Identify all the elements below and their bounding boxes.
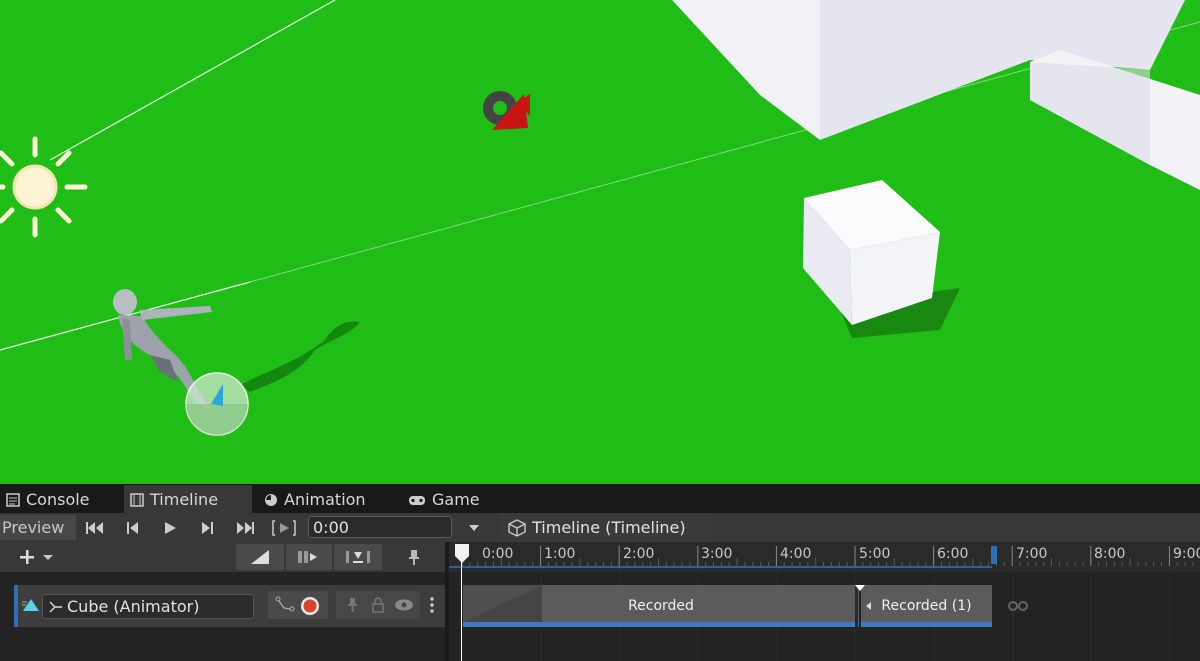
add-track-button[interactable] <box>14 544 62 570</box>
tab-label: Game <box>432 490 480 509</box>
gamepad-icon <box>409 495 425 505</box>
more-options-icon[interactable] <box>425 595 439 615</box>
editor-tab-bar: Console Timeline Animation Game <box>0 484 1200 514</box>
play-icon[interactable] <box>158 515 182 540</box>
record-button[interactable] <box>299 595 321 617</box>
play-range-icon[interactable] <box>270 515 298 540</box>
ruler-tick-label: 0:00 <box>482 546 514 562</box>
console-icon <box>6 492 20 507</box>
breadcrumb-arrow <box>708 513 718 542</box>
white-block-large[interactable] <box>672 0 820 140</box>
tab-label: Animation <box>284 490 366 509</box>
clip-label: Recorded <box>628 598 694 614</box>
scene-canvas <box>0 0 1200 436</box>
clip-edit-mode-replace-button[interactable] <box>334 544 382 570</box>
binding-label: Cube (Animator) <box>67 597 200 616</box>
animation-clock-icon <box>265 493 277 506</box>
time-input[interactable]: 0:00 <box>308 516 452 538</box>
clip-left-arrow-icon <box>866 602 871 610</box>
tab-animation[interactable]: Animation <box>258 485 388 514</box>
scene-view[interactable] <box>0 0 1200 484</box>
lock-icon <box>372 597 384 613</box>
tab-game[interactable]: Game <box>402 485 502 514</box>
camera-gizmo-icon[interactable] <box>483 91 530 130</box>
orientation-gizmo-icon[interactable] <box>185 372 249 436</box>
ruler-tick-label: 7:00 <box>1016 546 1048 562</box>
clip-recorded[interactable]: Recorded <box>463 585 859 627</box>
timeline-film-icon <box>130 492 144 507</box>
track-state-buttons <box>336 591 420 619</box>
ruler-tick-label: 5:00 <box>859 546 891 562</box>
previous-frame-icon[interactable] <box>120 515 144 540</box>
snap-pin-icon[interactable] <box>398 544 430 570</box>
animation-track-icon <box>22 599 39 611</box>
clip-ease-in <box>463 585 542 622</box>
timeline-asset-icon <box>508 518 526 537</box>
next-frame-icon[interactable] <box>196 515 220 540</box>
ruler-tick-label: 4:00 <box>780 546 812 562</box>
breadcrumb[interactable]: Timeline (Timeline) <box>500 513 712 542</box>
ruler-tick-label: 9:00 <box>1173 546 1200 562</box>
eye-icon <box>395 599 413 611</box>
tab-label: Console <box>26 490 90 509</box>
track-binding-field[interactable]: Cube (Animator) <box>42 594 254 619</box>
tab-console[interactable]: Console <box>0 485 120 514</box>
playhead-line[interactable] <box>461 553 462 661</box>
clip-edit-mode-ripple-button[interactable] <box>286 544 332 570</box>
clip-label: Recorded (1) <box>881 598 972 614</box>
ruler-tick-label: 1:00 <box>544 546 576 562</box>
chevron-down-icon[interactable] <box>464 515 484 540</box>
breadcrumb-label: Timeline (Timeline) <box>532 518 686 537</box>
tab-label: Timeline <box>150 490 219 509</box>
infinite-loop-icon <box>1008 601 1028 611</box>
go-to-end-icon[interactable] <box>232 515 258 540</box>
clip-recorded-1[interactable]: Recorded (1) <box>861 585 992 627</box>
ruler-tick-label: 8:00 <box>1094 546 1126 562</box>
marker-down-icon <box>855 585 865 591</box>
preview-button[interactable]: Preview <box>0 515 76 540</box>
panel-splitter[interactable] <box>445 542 449 661</box>
directional-light-icon[interactable] <box>0 136 88 238</box>
animator-icon <box>49 601 62 612</box>
ruler-tick-label: 3:00 <box>701 546 733 562</box>
ruler-tick-label: 2:00 <box>623 546 655 562</box>
playhead-handle-icon[interactable] <box>454 542 470 564</box>
clip-edit-mode-mix-button[interactable] <box>236 544 284 570</box>
time-ruler[interactable]: 0:00 1:00 2:00 3:00 4:00 5:00 6:00 7:00 … <box>449 542 1200 572</box>
clip-timeline-bar <box>861 622 992 627</box>
clip-timeline-bar <box>463 622 859 627</box>
pin-icon <box>348 598 357 612</box>
timeline-toolbar: Preview 0:00 Timeline (Timeline) <box>0 513 1200 543</box>
tab-timeline[interactable]: Timeline <box>124 485 252 514</box>
ruler-tick-label: 6:00 <box>937 546 969 562</box>
go-to-start-icon[interactable] <box>82 515 108 540</box>
